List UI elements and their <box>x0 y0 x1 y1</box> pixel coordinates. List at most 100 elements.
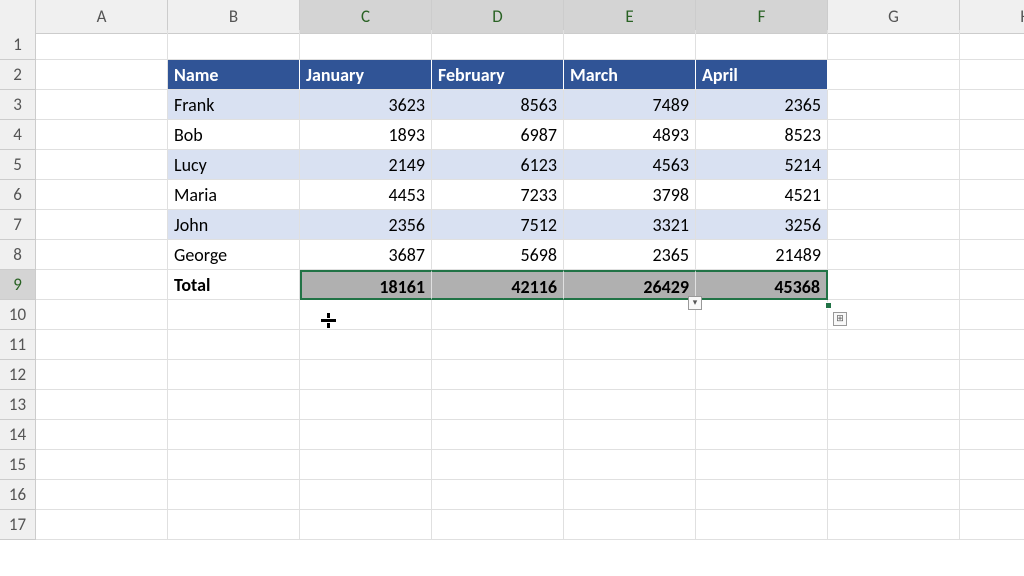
col-header-D[interactable]: D <box>432 0 564 34</box>
cell-F12[interactable] <box>696 360 828 390</box>
cell-C10[interactable] <box>300 300 432 330</box>
cell-C13[interactable] <box>300 390 432 420</box>
cell-H2[interactable] <box>960 60 1024 90</box>
cell-D5[interactable]: 6123 <box>432 150 564 180</box>
cell-A1[interactable] <box>36 30 168 60</box>
row-header-11[interactable]: 11 <box>0 330 36 360</box>
cell-F10[interactable] <box>696 300 828 330</box>
cell-B12[interactable] <box>168 360 300 390</box>
cell-F8[interactable]: 21489 <box>696 240 828 270</box>
cell-H15[interactable] <box>960 450 1024 480</box>
cell-A10[interactable] <box>36 300 168 330</box>
cell-H10[interactable] <box>960 300 1024 330</box>
cell-E13[interactable] <box>564 390 696 420</box>
cell-E4[interactable]: 4893 <box>564 120 696 150</box>
cell-F16[interactable] <box>696 480 828 510</box>
row-header-15[interactable]: 15 <box>0 450 36 480</box>
cell-D10[interactable] <box>432 300 564 330</box>
cell-B11[interactable] <box>168 330 300 360</box>
cell-C1[interactable] <box>300 30 432 60</box>
cell-E8[interactable]: 2365 <box>564 240 696 270</box>
cell-G16[interactable] <box>828 480 960 510</box>
cell-D17[interactable] <box>432 510 564 540</box>
cell-A15[interactable] <box>36 450 168 480</box>
row-header-17[interactable]: 17 <box>0 510 36 540</box>
row-header-13[interactable]: 13 <box>0 390 36 420</box>
cell-G15[interactable] <box>828 450 960 480</box>
cell-C14[interactable] <box>300 420 432 450</box>
cell-E14[interactable] <box>564 420 696 450</box>
cell-E9[interactable]: 26429 <box>564 270 696 300</box>
row-header-3[interactable]: 3 <box>0 90 36 120</box>
cell-H5[interactable] <box>960 150 1024 180</box>
cell-G6[interactable] <box>828 180 960 210</box>
cell-F6[interactable]: 4521 <box>696 180 828 210</box>
row-header-12[interactable]: 12 <box>0 360 36 390</box>
cell-C4[interactable]: 1893 <box>300 120 432 150</box>
cell-H9[interactable] <box>960 270 1024 300</box>
cell-D11[interactable] <box>432 330 564 360</box>
cell-C3[interactable]: 3623 <box>300 90 432 120</box>
cell-E1[interactable] <box>564 30 696 60</box>
row-header-4[interactable]: 4 <box>0 120 36 150</box>
cell-D2[interactable]: February <box>432 60 564 90</box>
cell-G8[interactable] <box>828 240 960 270</box>
cell-C8[interactable]: 3687 <box>300 240 432 270</box>
cell-D7[interactable]: 7512 <box>432 210 564 240</box>
col-header-E[interactable]: E <box>564 0 696 34</box>
row-header-6[interactable]: 6 <box>0 180 36 210</box>
cell-D12[interactable] <box>432 360 564 390</box>
row-header-7[interactable]: 7 <box>0 210 36 240</box>
row-header-5[interactable]: 5 <box>0 150 36 180</box>
cell-F7[interactable]: 3256 <box>696 210 828 240</box>
cell-G5[interactable] <box>828 150 960 180</box>
cell-B6[interactable]: Maria <box>168 180 300 210</box>
autofill-options-icon[interactable]: ▾ <box>688 296 702 310</box>
cell-G14[interactable] <box>828 420 960 450</box>
fill-handle[interactable] <box>825 302 832 309</box>
cell-H3[interactable] <box>960 90 1024 120</box>
cell-B5[interactable]: Lucy <box>168 150 300 180</box>
cell-F9[interactable]: 45368 <box>696 270 828 300</box>
cell-A2[interactable] <box>36 60 168 90</box>
cell-E10[interactable] <box>564 300 696 330</box>
cell-A7[interactable] <box>36 210 168 240</box>
cell-F2[interactable]: April <box>696 60 828 90</box>
row-header-10[interactable]: 10 <box>0 300 36 330</box>
cell-F4[interactable]: 8523 <box>696 120 828 150</box>
cell-B13[interactable] <box>168 390 300 420</box>
cell-G10[interactable] <box>828 300 960 330</box>
cell-B4[interactable]: Bob <box>168 120 300 150</box>
cell-E16[interactable] <box>564 480 696 510</box>
cell-A12[interactable] <box>36 360 168 390</box>
cell-C6[interactable]: 4453 <box>300 180 432 210</box>
cell-A16[interactable] <box>36 480 168 510</box>
cell-E11[interactable] <box>564 330 696 360</box>
cell-D6[interactable]: 7233 <box>432 180 564 210</box>
cell-B7[interactable]: John <box>168 210 300 240</box>
cell-H4[interactable] <box>960 120 1024 150</box>
cell-E6[interactable]: 3798 <box>564 180 696 210</box>
cell-A13[interactable] <box>36 390 168 420</box>
cell-F3[interactable]: 2365 <box>696 90 828 120</box>
row-header-14[interactable]: 14 <box>0 420 36 450</box>
cell-B14[interactable] <box>168 420 300 450</box>
col-header-B[interactable]: B <box>168 0 300 34</box>
cell-B15[interactable] <box>168 450 300 480</box>
cell-A9[interactable] <box>36 270 168 300</box>
cell-G17[interactable] <box>828 510 960 540</box>
cell-F5[interactable]: 5214 <box>696 150 828 180</box>
cell-B9[interactable]: Total <box>168 270 300 300</box>
cell-H7[interactable] <box>960 210 1024 240</box>
col-header-C[interactable]: C <box>300 0 432 34</box>
col-header-G[interactable]: G <box>828 0 960 34</box>
cell-H17[interactable] <box>960 510 1024 540</box>
cell-F17[interactable] <box>696 510 828 540</box>
cell-B3[interactable]: Frank <box>168 90 300 120</box>
cell-H13[interactable] <box>960 390 1024 420</box>
cell-D3[interactable]: 8563 <box>432 90 564 120</box>
cell-H11[interactable] <box>960 330 1024 360</box>
col-header-H[interactable]: H <box>960 0 1024 34</box>
row-header-9[interactable]: 9 <box>0 270 36 300</box>
cell-A11[interactable] <box>36 330 168 360</box>
